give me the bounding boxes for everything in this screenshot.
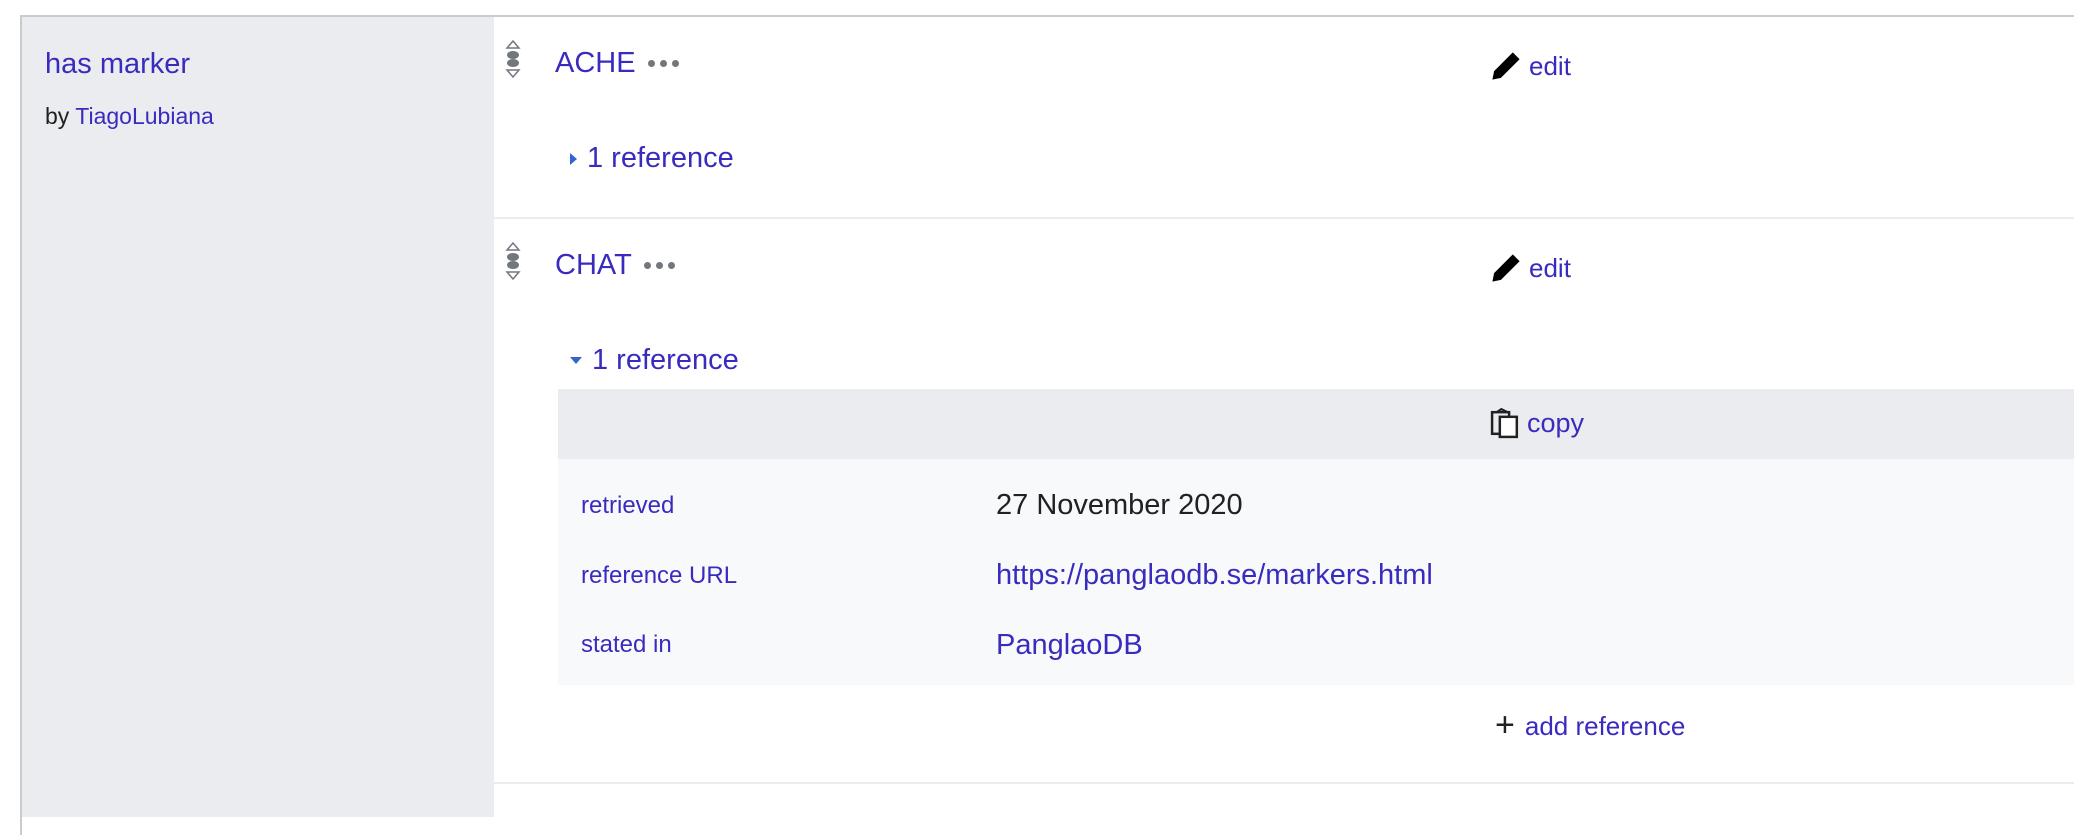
property-attribution: by TiagoLubiana (45, 103, 214, 130)
edit-button[interactable]: edit (1489, 49, 1571, 83)
copy-label: copy (1527, 407, 1585, 438)
snak-property-stated-in[interactable]: stated in (581, 631, 672, 659)
more-dots-icon[interactable] (643, 262, 675, 269)
snak-property-reference-url[interactable]: reference URL (581, 562, 737, 590)
property-column (22, 17, 494, 817)
statement-value-label[interactable]: ACHE (555, 47, 636, 80)
snak-value-retrieved: 27 November 2020 (996, 489, 1243, 521)
snak-value-reference-url[interactable]: https://panglaodb.se/markers.html (996, 559, 1433, 592)
edit-label: edit (1529, 252, 1571, 283)
references-toggle[interactable]: 1 reference (570, 344, 739, 377)
rank-normal-icon[interactable] (504, 39, 522, 83)
attribution-prefix: by (45, 103, 70, 129)
statement-ache: ACHE edit 1 reference (494, 17, 2074, 219)
pencil-icon (1492, 52, 1520, 80)
references-count-label: 1 reference (587, 142, 734, 174)
statement-value-ache[interactable]: ACHE (555, 47, 679, 80)
rank-normal-icon[interactable] (504, 241, 522, 285)
reference-header: copy (558, 389, 2074, 459)
expand-triangle-icon (570, 152, 577, 165)
references-count-label: 1 reference (592, 344, 739, 376)
pencil-icon (1492, 254, 1520, 282)
plus-icon: + (1495, 706, 1515, 744)
add-reference-label: add reference (1524, 711, 1686, 741)
attribution-user-link[interactable]: TiagoLubiana (75, 103, 214, 129)
references-toggle[interactable]: 1 reference (570, 142, 734, 175)
add-reference-button[interactable]: + add reference (1495, 706, 1686, 744)
property-label[interactable]: has marker (45, 48, 190, 81)
copy-icon (1490, 407, 1519, 439)
edit-label: edit (1529, 50, 1571, 81)
statement-value-label[interactable]: CHAT (555, 249, 632, 282)
collapse-triangle-icon (570, 357, 582, 364)
edit-button[interactable]: edit (1489, 251, 1571, 285)
snak-property-retrieved[interactable]: retrieved (581, 492, 674, 520)
more-dots-icon[interactable] (647, 60, 679, 67)
snak-value-stated-in[interactable]: PanglaoDB (996, 629, 1143, 662)
statement-value-chat[interactable]: CHAT (555, 249, 675, 282)
reference-snaks: retrieved 27 November 2020 reference URL… (558, 459, 2074, 685)
copy-reference-button[interactable]: copy (1489, 407, 1584, 439)
